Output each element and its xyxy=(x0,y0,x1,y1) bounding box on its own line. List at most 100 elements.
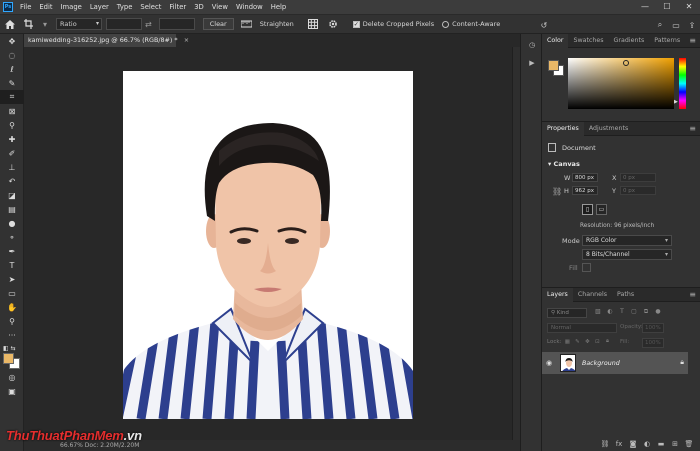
share-icon[interactable]: ⇪ xyxy=(684,21,700,30)
filter-pixel-icon[interactable]: ▧ xyxy=(592,308,604,316)
portrait-orientation-icon[interactable]: ▯ xyxy=(582,204,593,215)
pen-tool-icon[interactable]: ✒ xyxy=(0,244,24,258)
swap-ratio-icon[interactable]: ⇄ xyxy=(145,20,152,29)
color-picker-ring[interactable] xyxy=(623,60,629,66)
fill-swatch[interactable] xyxy=(581,263,591,272)
filter-toggle-icon[interactable]: ● xyxy=(652,308,664,316)
color-panel-menu-icon[interactable]: ≡ xyxy=(689,34,696,48)
move-tool-icon[interactable]: ✥ xyxy=(0,34,24,48)
delete-cropped-checkbox[interactable]: ✓ xyxy=(352,20,360,28)
content-aware-checkbox[interactable] xyxy=(442,20,450,28)
quick-mask-icon[interactable]: ◎ xyxy=(0,370,24,384)
layer-name[interactable]: Background xyxy=(582,360,620,367)
document-tab[interactable]: kamiwedding-316252.jpg @ 66.7% (RGB/8#) … xyxy=(24,34,189,47)
rectangle-tool-icon[interactable]: ▭ xyxy=(0,286,24,300)
ratio-width-input[interactable] xyxy=(106,18,143,30)
menu-select[interactable]: Select xyxy=(136,0,165,14)
frame-tool-icon[interactable]: ⊠ xyxy=(0,104,24,118)
filter-type-icon[interactable]: T xyxy=(616,308,628,316)
crop-tool-preset-icon[interactable] xyxy=(23,17,37,31)
opacity-field[interactable]: 100% xyxy=(642,323,664,333)
close-tab-icon[interactable]: × xyxy=(184,36,189,44)
path-select-tool-icon[interactable]: ➤ xyxy=(0,272,24,286)
straighten-label[interactable]: Straighten xyxy=(260,20,294,28)
workspace-icon[interactable]: ▭ xyxy=(668,21,684,30)
lasso-tool-icon[interactable]: ℓ xyxy=(0,62,24,76)
filter-shape-icon[interactable]: ▢ xyxy=(628,308,640,316)
layer-filter-kind[interactable]: ⚲ Kind xyxy=(547,308,587,318)
content-aware-label[interactable]: Content-Aware xyxy=(452,20,500,28)
layer-row-background[interactable]: ◉ Background 🔒︎ xyxy=(542,352,688,374)
height-field[interactable]: 962 px xyxy=(572,186,598,195)
adjustment-layer-icon[interactable]: ◐ xyxy=(640,440,654,448)
minimize-button[interactable]: — xyxy=(634,0,656,14)
dodge-tool-icon[interactable]: ⚬ xyxy=(0,230,24,244)
layer-visibility-eye-icon[interactable]: ◉ xyxy=(542,359,556,367)
menu-3d[interactable]: 3D xyxy=(190,0,208,14)
tab-properties[interactable]: Properties xyxy=(542,121,584,136)
layers-panel-menu-icon[interactable]: ≡ xyxy=(689,288,696,302)
crop-tool-icon[interactable]: ⌗ xyxy=(0,90,24,104)
add-mask-icon[interactable]: ◙ xyxy=(626,440,640,448)
vertical-scrollbar[interactable] xyxy=(512,47,520,440)
x-field[interactable]: 0 px xyxy=(620,173,656,182)
filter-smart-object-icon[interactable]: ⧉ xyxy=(640,308,652,316)
width-field[interactable]: 800 px xyxy=(572,173,598,182)
screen-mode-icon[interactable]: ▣ xyxy=(0,384,24,398)
hue-slider-handle-icon[interactable]: ▶ xyxy=(674,99,678,105)
close-window-button[interactable]: ✕ xyxy=(678,0,700,14)
quick-select-tool-icon[interactable]: ✎ xyxy=(0,76,24,90)
menu-help[interactable]: Help xyxy=(267,0,291,14)
marquee-tool-icon[interactable]: ◌ xyxy=(0,48,24,62)
y-field[interactable]: 0 px xyxy=(620,186,656,195)
tab-patterns[interactable]: Patterns xyxy=(649,34,685,48)
actions-panel-icon[interactable]: ▶ xyxy=(521,56,543,70)
blend-mode-select[interactable]: Normal xyxy=(547,323,617,333)
preset-chevron-icon[interactable]: ▾ xyxy=(43,20,47,29)
menu-image[interactable]: Image xyxy=(57,0,86,14)
menu-file[interactable]: File xyxy=(16,0,35,14)
delete-cropped-label[interactable]: Delete Cropped Pixels xyxy=(363,20,434,28)
menu-edit[interactable]: Edit xyxy=(35,0,56,14)
document-image[interactable] xyxy=(123,71,413,419)
lock-image-icon[interactable]: ✎ xyxy=(573,339,581,345)
tab-paths[interactable]: Paths xyxy=(612,288,639,302)
properties-panel-menu-icon[interactable]: ≡ xyxy=(689,122,696,136)
hue-slider[interactable] xyxy=(679,58,686,109)
delete-layer-icon[interactable]: 🗑︎ xyxy=(682,440,696,448)
crop-settings-gear-icon[interactable] xyxy=(326,17,340,31)
ratio-select[interactable]: Ratio xyxy=(56,18,103,30)
fill-opacity-field[interactable]: 100% xyxy=(642,338,664,348)
menu-filter[interactable]: Filter xyxy=(165,0,190,14)
default-colors-icon[interactable]: ◧ ⇆ xyxy=(0,344,24,352)
menu-window[interactable]: Window xyxy=(232,0,267,14)
brush-tool-icon[interactable]: ✐ xyxy=(0,146,24,160)
ratio-height-input[interactable] xyxy=(158,18,195,30)
tab-adjustments[interactable]: Adjustments xyxy=(584,122,633,136)
link-layers-icon[interactable]: ⛓ xyxy=(598,440,612,448)
lock-artboard-icon[interactable]: ⊡ xyxy=(593,339,601,345)
clone-stamp-tool-icon[interactable]: ⊥ xyxy=(0,160,24,174)
new-layer-icon[interactable]: ⊞ xyxy=(668,440,682,448)
link-dimensions-icon[interactable]: ⛓ xyxy=(552,187,562,196)
canvas-area[interactable] xyxy=(24,47,512,440)
tab-gradients[interactable]: Gradients xyxy=(609,34,650,48)
hand-tool-icon[interactable]: ✋ xyxy=(0,300,24,314)
layer-style-icon[interactable]: fx xyxy=(612,440,626,448)
foreground-color-swatch[interactable] xyxy=(3,353,14,364)
filter-adjustment-icon[interactable]: ◐ xyxy=(604,308,616,316)
panel-foreground-swatch[interactable] xyxy=(548,60,559,71)
blur-tool-icon[interactable]: ● xyxy=(0,216,24,230)
layer-locked-icon[interactable]: 🔒︎ xyxy=(680,358,684,367)
new-group-icon[interactable]: ▬ xyxy=(654,440,668,448)
history-panel-icon[interactable]: ◷ xyxy=(521,38,543,52)
bit-depth-select[interactable]: 8 Bits/Channel xyxy=(582,249,672,260)
eyedropper-tool-icon[interactable]: ⚲ xyxy=(0,118,24,132)
overlay-grid-icon[interactable] xyxy=(306,17,320,31)
tab-swatches[interactable]: Swatches xyxy=(568,34,608,48)
lock-position-icon[interactable]: ✥ xyxy=(583,339,591,345)
tab-channels[interactable]: Channels xyxy=(573,288,612,302)
gradient-tool-icon[interactable]: ▤ xyxy=(0,202,24,216)
color-picker-field[interactable] xyxy=(568,58,674,109)
healing-brush-tool-icon[interactable]: ✚ xyxy=(0,132,24,146)
